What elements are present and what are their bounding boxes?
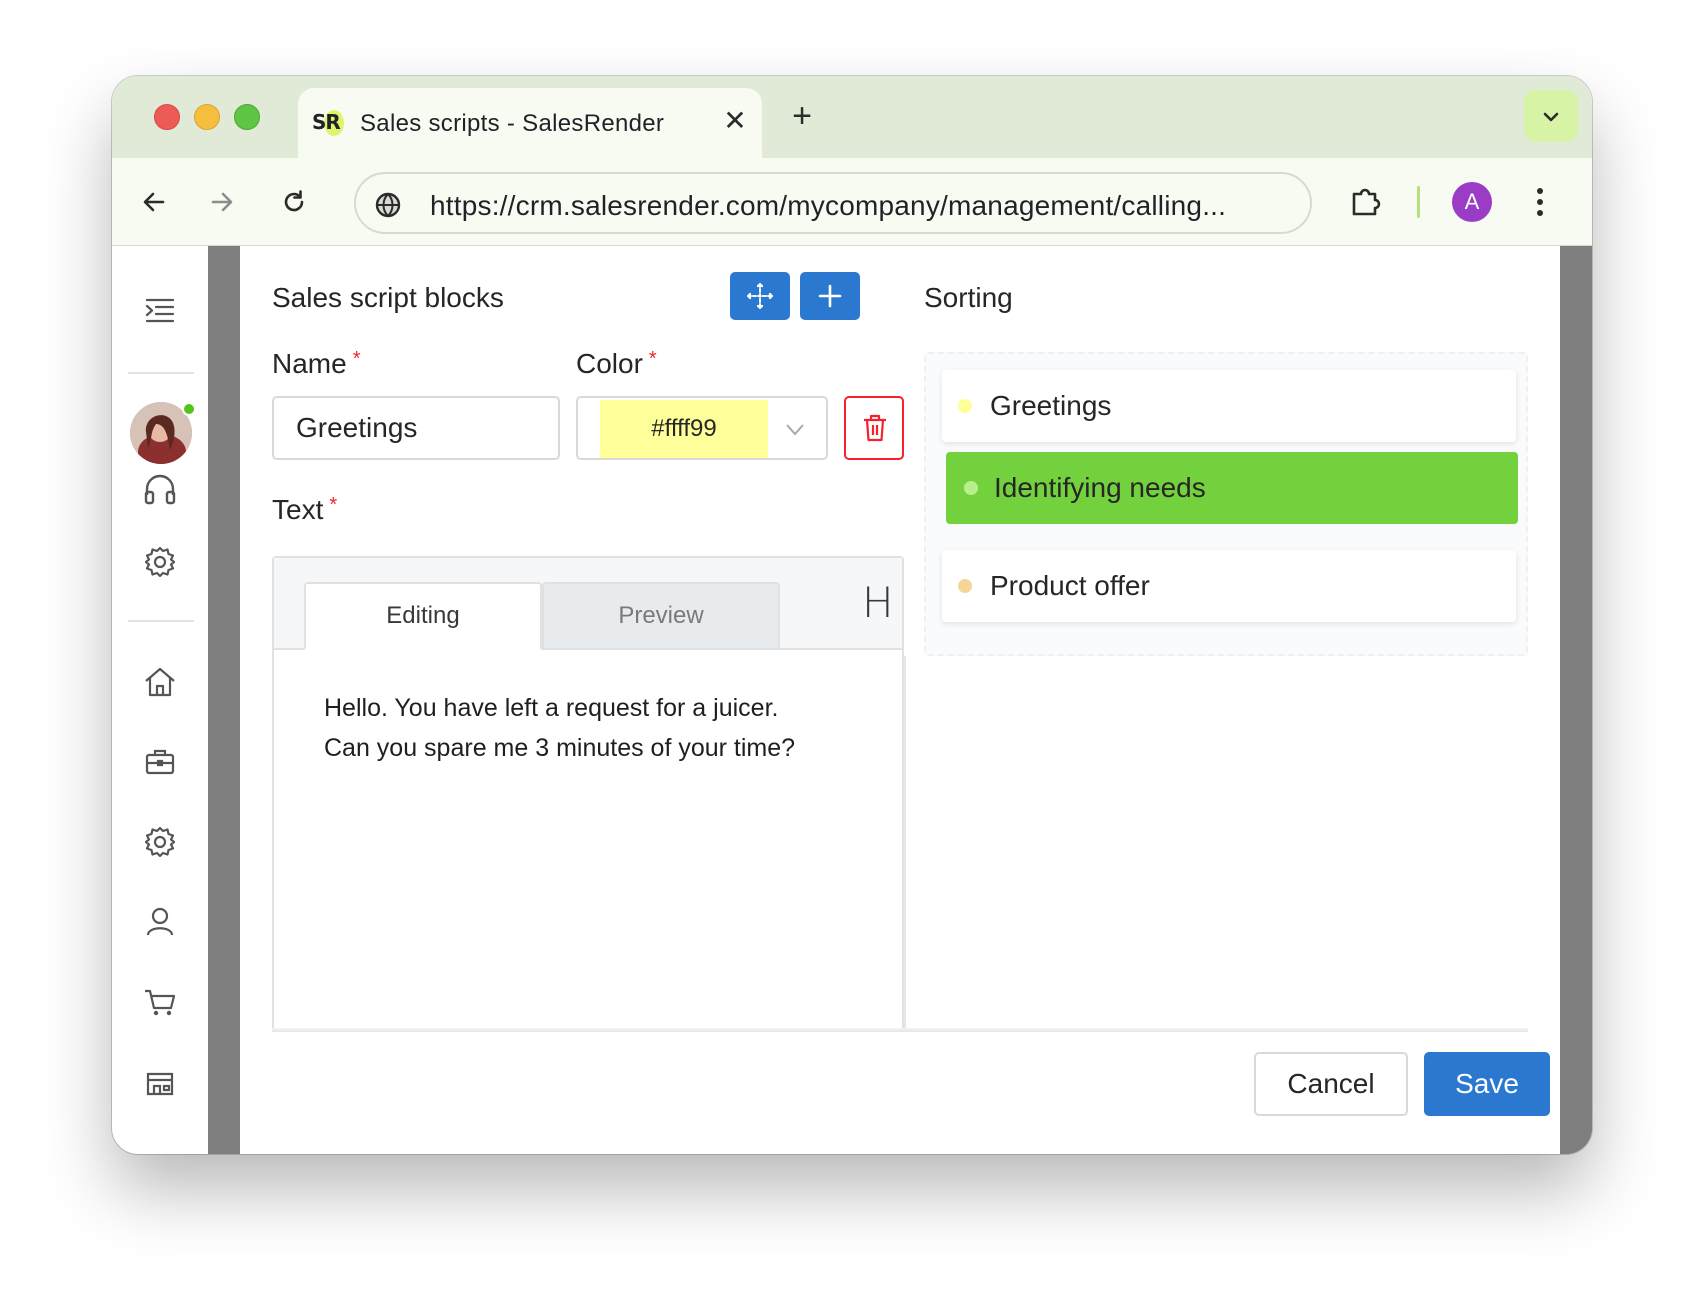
sorting-item-label: Product offer	[990, 570, 1150, 601]
sidebar-item-work[interactable]	[138, 740, 182, 784]
menu-toggle-button[interactable]	[138, 288, 182, 332]
more-vertical-icon	[1537, 188, 1543, 216]
sorting-item[interactable]: Greetings	[942, 370, 1516, 442]
text-label: Text *	[272, 494, 338, 525]
sorting-title: Sorting	[924, 282, 1013, 313]
online-status-dot	[182, 402, 196, 416]
reorder-button[interactable]	[730, 272, 790, 320]
sorting-item-label: Identifying needs	[994, 472, 1206, 503]
delete-block-button[interactable]	[844, 396, 904, 460]
cart-icon	[145, 989, 176, 1016]
store-icon	[146, 1072, 174, 1096]
sorting-item-active[interactable]: Identifying needs	[946, 452, 1518, 524]
sorting-item[interactable]: Product offer	[942, 550, 1516, 622]
sidebar-item-users[interactable]	[138, 900, 182, 944]
user-icon	[146, 907, 174, 936]
sidebar-item-calls[interactable]	[138, 468, 182, 512]
back-button[interactable]	[132, 180, 176, 224]
name-label: Name *	[272, 348, 361, 379]
cancel-button[interactable]: Cancel	[1254, 1052, 1408, 1116]
sorting-list: Greetings Identifying needs Product offe…	[924, 352, 1528, 656]
briefcase-icon	[145, 749, 175, 775]
page-viewport: Sales script blocks Sorting Name * Color *…	[112, 246, 1592, 1154]
sorting-item-label: Greetings	[990, 390, 1112, 421]
close-window-button[interactable]	[154, 104, 180, 130]
editor-line: Can you spare me 3 minutes of your time?	[324, 734, 796, 762]
sidebar-item-settings[interactable]	[138, 820, 182, 864]
name-input[interactable]: Greetings	[272, 396, 560, 460]
puzzle-icon	[1352, 188, 1381, 216]
block-color-dot	[958, 399, 972, 413]
tab-editing[interactable]: Editing	[304, 582, 542, 650]
modal-title: Sales script blocks	[272, 282, 504, 313]
tab-search-button[interactable]	[1524, 90, 1578, 142]
new-tab-button[interactable]: +	[782, 96, 822, 136]
editor-tab-bar: Editing Preview H	[274, 558, 902, 650]
tab-strip: SR Sales scripts - SalesRender ✕ +	[112, 76, 1592, 158]
move-icon	[747, 283, 773, 309]
menu-icon	[145, 298, 175, 323]
modal-backdrop[interactable]	[1560, 246, 1592, 1154]
reload-icon	[284, 190, 304, 212]
sidebar-item-settings-top[interactable]	[138, 540, 182, 584]
color-value: #ffff99	[600, 400, 768, 458]
color-select[interactable]: #ffff99	[576, 396, 828, 460]
add-block-button[interactable]	[800, 272, 860, 320]
browser-window: SR Sales scripts - SalesRender ✕ + https…	[112, 76, 1592, 1154]
app-sidebar	[112, 246, 208, 1154]
sidebar-item-orders[interactable]	[138, 980, 182, 1024]
chevron-down-icon	[1543, 112, 1559, 122]
required-mark: *	[648, 348, 657, 370]
sidebar-divider	[128, 372, 194, 374]
block-color-dot	[964, 481, 978, 495]
profile-avatar[interactable]: A	[1452, 182, 1492, 222]
arrow-right-icon	[211, 192, 233, 212]
sidebar-item-warehouse[interactable]	[138, 1060, 182, 1104]
favicon-icon: SR	[312, 110, 344, 136]
editor-line: Hello. You have left a request for a jui…	[324, 694, 779, 722]
arrow-left-icon	[143, 192, 165, 212]
site-info-icon[interactable]	[374, 191, 402, 219]
required-mark: *	[329, 494, 338, 516]
address-bar[interactable]: https://crm.salesrender.com/mycompany/ma…	[354, 172, 1312, 234]
forward-button[interactable]	[200, 180, 244, 224]
modal-backdrop[interactable]	[208, 246, 240, 1154]
required-mark: *	[352, 348, 361, 370]
color-label: Color *	[576, 348, 657, 379]
block-color-dot	[958, 579, 972, 593]
script-text-editor: Editing Preview H Hello. You have left a…	[272, 556, 904, 1030]
tab-preview[interactable]: Preview	[542, 582, 780, 650]
reload-button[interactable]	[272, 180, 316, 224]
url-text: https://crm.salesrender.com/mycompany/ma…	[430, 190, 1227, 221]
sidebar-divider	[128, 620, 194, 622]
sidebar-item-home[interactable]	[138, 660, 182, 704]
chevron-down-icon	[786, 424, 804, 436]
footer-divider	[272, 1028, 1528, 1032]
minimize-window-button[interactable]	[194, 104, 220, 130]
editor-textarea[interactable]: Hello. You have left a request for a jui…	[324, 688, 795, 768]
tab-close-button[interactable]: ✕	[718, 104, 752, 138]
heading-button[interactable]: H	[862, 578, 894, 627]
trash-icon	[864, 414, 886, 442]
plus-icon	[818, 284, 842, 308]
extensions-button[interactable]	[1344, 180, 1388, 224]
gear-icon	[144, 826, 176, 858]
gear-icon	[144, 546, 176, 578]
column-divider	[904, 656, 906, 1030]
browser-toolbar: https://crm.salesrender.com/mycompany/ma…	[112, 158, 1592, 246]
browser-tab[interactable]: SR Sales scripts - SalesRender ✕	[298, 88, 762, 158]
toolbar-divider	[1417, 186, 1420, 218]
home-icon	[145, 667, 175, 697]
maximize-window-button[interactable]	[234, 104, 260, 130]
save-button[interactable]: Save	[1424, 1052, 1550, 1116]
headset-icon	[144, 474, 176, 505]
browser-menu-button[interactable]	[1528, 180, 1552, 224]
script-blocks-modal: Sales script blocks Sorting Name * Color *…	[240, 246, 1560, 1154]
tab-title: Sales scripts - SalesRender	[360, 110, 665, 137]
